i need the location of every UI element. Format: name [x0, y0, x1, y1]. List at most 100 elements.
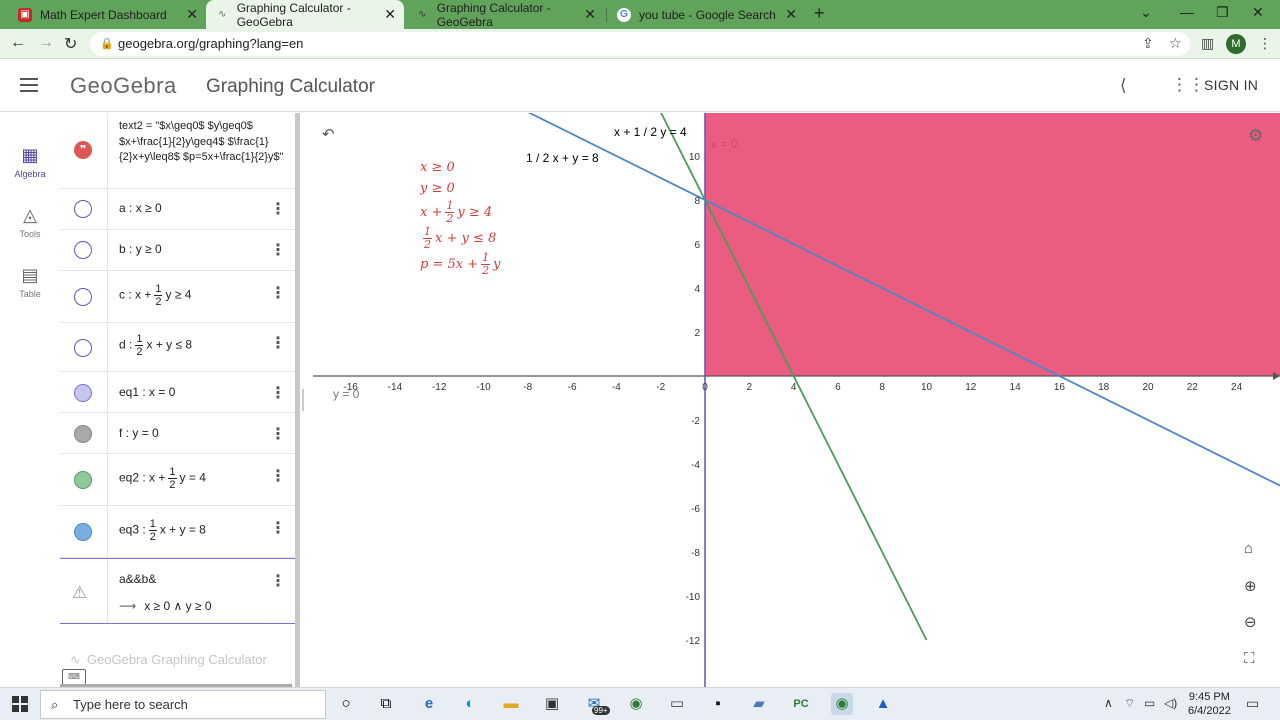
share-page-icon[interactable]: ⇪	[1142, 35, 1154, 52]
visibility-toggle[interactable]	[74, 471, 92, 489]
algebra-row-d[interactable]: d :12x + y ≤ 8 ⋮	[60, 323, 296, 372]
x-tick-label: 6	[835, 382, 841, 393]
sign-in-button[interactable]: SIGN IN	[1204, 77, 1258, 93]
more-options-icon[interactable]: ⋮	[270, 466, 286, 486]
tab-google-search[interactable]: G you tube - Google Search ✕	[607, 0, 805, 29]
tray-chevron-icon[interactable]: ∧	[1104, 696, 1113, 710]
network-icon[interactable]: ⌔	[1124, 696, 1135, 711]
algebra-row-b[interactable]: b : y ≥ 0 ⋮	[60, 230, 296, 271]
taskbar-clock[interactable]: 9:45 PM 6/4/2022	[1188, 690, 1231, 718]
new-tab-plus-icon[interactable]: +	[814, 3, 825, 24]
more-options-icon[interactable]: ⋮	[270, 424, 286, 444]
windows-start-icon[interactable]	[12, 696, 28, 712]
reload-icon[interactable]: ↻	[64, 34, 77, 54]
taskbar-search-input[interactable]: ⌕ Type here to search	[40, 690, 326, 719]
close-icon[interactable]: ✕	[785, 6, 797, 23]
zoom-in-icon[interactable]: ⊕	[1244, 577, 1257, 595]
cortana-icon[interactable]: ○	[335, 693, 357, 715]
algebra-row-text2[interactable]: ❞ text2 = "$x\geq0$ $y\geq0$ $x+\frac{1}…	[60, 113, 296, 189]
pycharm-icon[interactable]: PC	[790, 693, 812, 715]
keyboard-icon[interactable]: ⌨	[62, 669, 86, 685]
algebra-row-eq3[interactable]: eq3 :12x + y = 8 ⋮	[60, 506, 296, 558]
more-menu-icon[interactable]: ⋮	[1258, 35, 1272, 52]
more-options-icon[interactable]: ⋮	[270, 518, 286, 538]
more-options-icon[interactable]: ⋮	[270, 283, 286, 303]
window-close-icon[interactable]: ✕	[1252, 4, 1264, 21]
tab-graphing-calculator[interactable]: ∿ Graphing Calculator - GeoGebra ✕	[406, 0, 604, 29]
gear-icon[interactable]: ⚙	[1248, 126, 1263, 146]
rail-item-table[interactable]: ▤ Table	[0, 265, 60, 299]
more-options-icon[interactable]: ⋮	[270, 333, 286, 353]
text2-object[interactable]: x ≥ 0 y ≥ 0 x +1 2 y ≥ 4 12x + y ≤ 8 p = 5…	[420, 158, 500, 278]
more-options-icon[interactable]: ⋮	[270, 571, 286, 591]
maximize-icon[interactable]: ❐	[1216, 4, 1229, 21]
more-options-icon[interactable]: ⋮	[270, 199, 286, 219]
hamburger-menu-icon[interactable]	[20, 78, 38, 92]
terminal-icon[interactable]: ▪	[707, 693, 729, 715]
profile-avatar[interactable]: M	[1226, 34, 1246, 54]
visibility-toggle[interactable]	[74, 384, 92, 402]
bookmark-star-icon[interactable]: ☆	[1169, 35, 1182, 52]
apps-grid-icon[interactable]: ⋮⋮	[1171, 75, 1205, 95]
rail-item-algebra[interactable]: ▦ Algebra	[0, 145, 60, 179]
tab-graphing-calculator-active[interactable]: ∿ Graphing Calculator - GeoGebra ✕	[206, 0, 404, 29]
battery-icon[interactable]: ▭	[1144, 696, 1155, 710]
row-expression[interactable]: eq3 :12x + y = 8	[119, 518, 206, 543]
close-icon[interactable]: ✕	[584, 6, 596, 23]
chrome-icon[interactable]: ◉	[625, 693, 647, 715]
visibility-toggle[interactable]	[74, 200, 92, 218]
more-options-icon[interactable]: ⋮	[270, 383, 286, 403]
minimize-icon[interactable]: —	[1180, 4, 1194, 20]
chrome-active-icon[interactable]: ◉	[831, 693, 853, 715]
visibility-toggle[interactable]	[74, 425, 92, 443]
back-arrow-icon[interactable]: ←	[10, 34, 26, 52]
panel-resizer[interactable]	[300, 113, 313, 687]
row-expression[interactable]: c : x +1 2 y ≥ 4	[119, 283, 191, 308]
algebra-row-f[interactable]: f : y = 0 ⋮	[60, 413, 296, 454]
algebra-row-input[interactable]: ⚠ a&&b& ⟶ x ≥ 0 ∧ y ≥ 0 ⋮	[60, 558, 296, 624]
close-icon[interactable]: ✕	[384, 6, 396, 23]
row-expression[interactable]: eq2 : x +1 2 y = 4	[119, 466, 206, 491]
row-expression[interactable]: d :12x + y ≤ 8	[119, 333, 192, 358]
home-icon[interactable]: ⌂	[1244, 540, 1253, 557]
algebra-row-eq2[interactable]: eq2 : x +1 2 y = 4 ⋮	[60, 454, 296, 506]
row-expression[interactable]: a : x ≥ 0	[119, 201, 162, 215]
url-field[interactable]: 🔒 geogebra.org/graphing?lang=en	[90, 32, 1190, 56]
visibility-toggle[interactable]	[74, 339, 92, 357]
row-expression[interactable]: eq1 : x = 0	[119, 385, 175, 399]
visibility-toggle[interactable]	[74, 241, 92, 259]
forward-arrow-icon[interactable]: →	[38, 34, 54, 52]
notes-icon[interactable]: ▰	[748, 693, 770, 715]
more-options-icon[interactable]: ⋮	[270, 240, 286, 260]
notifications-icon[interactable]: ▭	[1246, 695, 1259, 712]
sidepanel-icon[interactable]: ▥	[1201, 35, 1214, 52]
store-icon[interactable]: ▣	[541, 693, 563, 715]
share-icon[interactable]: ⟨	[1120, 76, 1127, 96]
algebra-row-a[interactable]: a : x ≥ 0 ⋮	[60, 189, 296, 230]
input-text[interactable]: a&&b&	[119, 572, 156, 586]
zoom-out-icon[interactable]: ⊖	[1244, 613, 1257, 631]
volume-icon[interactable]: ◁)	[1164, 696, 1177, 710]
quote-icon[interactable]: ❞	[74, 141, 92, 159]
rail-item-tools[interactable]: ◬ Tools	[0, 205, 60, 239]
rail-label: Tools	[19, 229, 41, 239]
file-explorer-icon[interactable]: ▬	[500, 693, 522, 715]
app-icon[interactable]: ▭	[666, 693, 688, 715]
tab-math-expert-dashboard[interactable]: ▣ Math Expert Dashboard ✕	[8, 0, 206, 29]
algebra-row-c[interactable]: c : x +1 2 y ≥ 4 ⋮	[60, 271, 296, 323]
visibility-toggle[interactable]	[74, 288, 92, 306]
row-expression[interactable]: b : y ≥ 0	[119, 242, 162, 256]
close-icon[interactable]: ✕	[186, 6, 198, 23]
tab-search-chevron-icon[interactable]: ⌄	[1140, 4, 1152, 21]
undo-icon[interactable]: ↶	[322, 125, 335, 143]
visibility-toggle[interactable]	[74, 523, 92, 541]
ie-browser-icon[interactable]: e	[418, 693, 440, 715]
edge-browser-icon[interactable]: ◐	[459, 693, 481, 715]
text2-definition[interactable]: text2 = "$x\geq0$ $y\geq0$ $x+\frac{1}{2…	[119, 119, 294, 166]
task-view-icon[interactable]: ⧉	[375, 693, 397, 715]
photos-icon[interactable]: ▲	[872, 693, 894, 715]
url-text: geogebra.org/graphing?lang=en	[118, 36, 304, 51]
fullscreen-icon[interactable]: ⛶	[1244, 650, 1255, 667]
algebra-row-eq1[interactable]: eq1 : x = 0 ⋮	[60, 372, 296, 413]
row-expression[interactable]: f : y = 0	[119, 426, 159, 440]
